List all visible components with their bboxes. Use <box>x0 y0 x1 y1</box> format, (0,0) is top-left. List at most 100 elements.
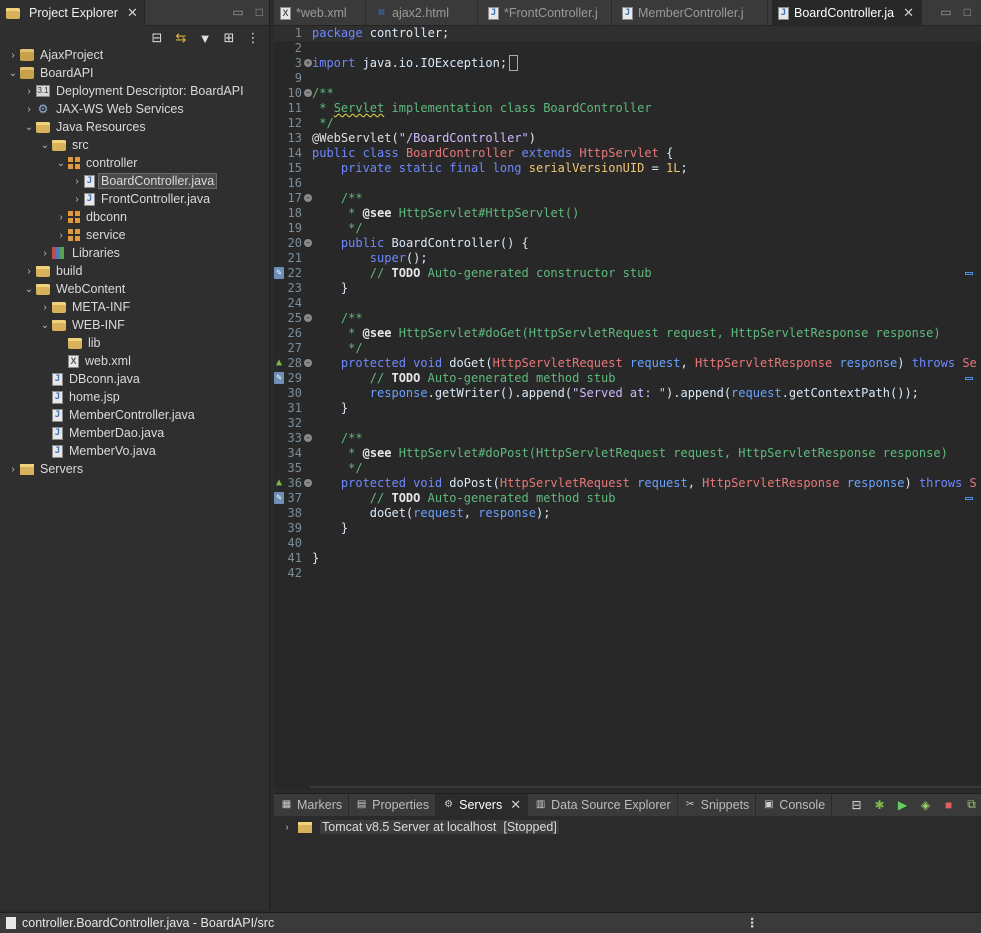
override-marker-icon[interactable]: ▲ <box>274 477 284 489</box>
chevron-right-icon[interactable]: › <box>22 266 36 277</box>
chevron-right-icon[interactable]: › <box>22 86 36 97</box>
fold-toggle-icon[interactable]: − <box>304 314 312 322</box>
chevron-down-icon[interactable]: ⌄ <box>38 140 52 151</box>
panel-tab[interactable]: ▤ Properties <box>349 794 437 816</box>
panel-tab[interactable]: ▣ Console <box>756 794 833 816</box>
chevron-right-icon[interactable]: › <box>6 50 20 61</box>
tree-item[interactable]: ⌄ controller <box>0 154 270 172</box>
stop-server-icon[interactable]: ■ <box>941 797 956 812</box>
chevron-right-icon[interactable]: › <box>38 248 52 259</box>
overview-ruler-marker[interactable] <box>965 377 973 380</box>
panel-tab[interactable]: ▥ Data Source Explorer <box>528 794 678 816</box>
chevron-down-icon[interactable]: ⌄ <box>22 122 36 133</box>
servers-icon: ⚙ <box>444 799 454 810</box>
chevron-right-icon[interactable]: › <box>54 212 68 223</box>
tree-item[interactable]: › 3.1 Deployment Descriptor: BoardAPI <box>0 82 270 100</box>
editor-tab[interactable]: J MemberController.j <box>616 0 768 26</box>
task-marker-icon[interactable]: ✎ <box>274 267 284 279</box>
server-entry[interactable]: › Tomcat v8.5 Server at localhost [Stopp… <box>280 818 559 836</box>
link-editor-icon[interactable]: ⇆ <box>173 30 189 46</box>
close-icon[interactable]: ✕ <box>510 797 521 813</box>
tree-item[interactable]: › J BoardController.java <box>0 172 270 190</box>
override-marker-icon[interactable]: ▲ <box>274 357 284 369</box>
tab-project-explorer[interactable]: Project Explorer ✕ <box>0 0 145 26</box>
editor-tab[interactable]: J *FrontController.j <box>482 0 612 26</box>
fold-toggle-icon[interactable]: + <box>304 59 312 67</box>
minimize-icon[interactable]: ▭ <box>940 5 951 19</box>
tree-item[interactable]: › Servers <box>0 460 270 478</box>
panel-tab[interactable]: ▦ Markers <box>274 794 350 816</box>
tree-item[interactable]: Xweb.xml <box>0 352 270 370</box>
editor-tab[interactable]: J BoardController.ja ✕ <box>772 0 922 26</box>
more-icon[interactable]: ⋮ <box>746 915 759 930</box>
task-marker-icon[interactable]: ✎ <box>274 492 284 504</box>
chevron-down-icon[interactable]: ⌄ <box>38 320 52 331</box>
publish-icon[interactable]: ⧉ <box>964 797 979 812</box>
chevron-right-icon[interactable]: › <box>70 176 84 187</box>
maximize-icon[interactable]: □ <box>256 5 263 19</box>
tree-item[interactable]: Jhome.jsp <box>0 388 270 406</box>
chevron-down-icon[interactable]: ⌄ <box>22 284 36 295</box>
code-line: 10−/** <box>274 86 981 101</box>
chevron-right-icon[interactable]: › <box>6 464 20 475</box>
chevron-down-icon[interactable]: ⌄ <box>6 68 20 79</box>
start-server-icon[interactable]: ▶ <box>895 797 910 812</box>
fold-toggle-icon[interactable]: − <box>304 479 312 487</box>
tree-item[interactable]: J MemberController.java <box>0 406 270 424</box>
tree-item[interactable]: › J FrontController.java <box>0 190 270 208</box>
tree-item[interactable]: › Libraries <box>0 244 270 262</box>
minimize-icon[interactable]: ▭ <box>232 5 243 19</box>
task-marker-icon[interactable]: ✎ <box>274 372 284 384</box>
tree-item[interactable]: › AjaxProject <box>0 46 270 64</box>
tree-item[interactable]: lib <box>0 334 270 352</box>
folder-icon <box>68 337 82 349</box>
collapse-icon[interactable]: ⊟ <box>849 797 864 812</box>
filter-icon[interactable]: ▼ <box>197 30 213 46</box>
tree-item[interactable]: › META-INF <box>0 298 270 316</box>
debug-server-icon[interactable]: ✱ <box>872 797 887 812</box>
fold-toggle-icon[interactable]: − <box>304 239 312 247</box>
chevron-right-icon[interactable]: › <box>54 230 68 241</box>
editor-tab[interactable]: X *web.xml <box>274 0 366 26</box>
close-icon[interactable]: ✕ <box>903 5 914 21</box>
close-icon[interactable]: ✕ <box>127 5 138 21</box>
tree-item[interactable]: ⌄ Java Resources <box>0 118 270 136</box>
fold-toggle-icon[interactable]: − <box>304 434 312 442</box>
tree-item[interactable]: ⌄ src <box>0 136 270 154</box>
view-menu-icon[interactable]: ⊞ <box>221 30 237 46</box>
tree-item-label: MemberController.java <box>69 408 195 422</box>
line-number-text: 2 <box>294 41 302 55</box>
tree-item[interactable]: › ⚙ JAX-WS Web Services <box>0 100 270 118</box>
chevron-right-icon[interactable]: › <box>22 104 36 115</box>
profile-server-icon[interactable]: ◈ <box>918 797 933 812</box>
horizontal-scrollbar[interactable] <box>310 786 981 788</box>
line-number: 26 <box>274 326 308 341</box>
tree-item[interactable]: J MemberVo.java <box>0 442 270 460</box>
tree-item[interactable]: › service <box>0 226 270 244</box>
chevron-right-icon[interactable]: › <box>280 822 294 833</box>
code-area[interactable]: 1 package controller; 2 3 + import java.io.IO… <box>274 26 981 581</box>
editor-tab[interactable]: ▤ ajax2.html <box>370 0 478 26</box>
code-text: // TODO Auto-generated constructor stub <box>369 266 652 280</box>
editor-tab-label: MemberController.j <box>638 6 744 20</box>
overview-ruler-marker[interactable] <box>965 497 973 500</box>
tree-item[interactable]: ⌄ WEB-INF <box>0 316 270 334</box>
overview-ruler-marker[interactable] <box>965 272 973 275</box>
fold-toggle-icon[interactable]: − <box>304 194 312 202</box>
tree-item[interactable]: ⌄ BoardAPI <box>0 64 270 82</box>
panel-tab[interactable]: ✂ Snippets <box>678 794 757 816</box>
fold-toggle-icon[interactable]: − <box>304 359 312 367</box>
tree-item[interactable]: J MemberDao.java <box>0 424 270 442</box>
fold-toggle-icon[interactable]: − <box>304 89 312 97</box>
tree-item[interactable]: › dbconn <box>0 208 270 226</box>
maximize-icon[interactable]: □ <box>964 5 971 19</box>
tree-item[interactable]: ⌄ WebContent <box>0 280 270 298</box>
more-icon[interactable]: ⋮ <box>245 30 261 46</box>
tree-item[interactable]: › build <box>0 262 270 280</box>
chevron-right-icon[interactable]: › <box>70 194 84 205</box>
chevron-down-icon[interactable]: ⌄ <box>54 158 68 169</box>
panel-tab[interactable]: ⚙ Servers ✕ <box>436 794 529 816</box>
tree-item[interactable]: J DBconn.java <box>0 370 270 388</box>
collapse-all-icon[interactable]: ⊟ <box>149 30 165 46</box>
chevron-right-icon[interactable]: › <box>38 302 52 313</box>
